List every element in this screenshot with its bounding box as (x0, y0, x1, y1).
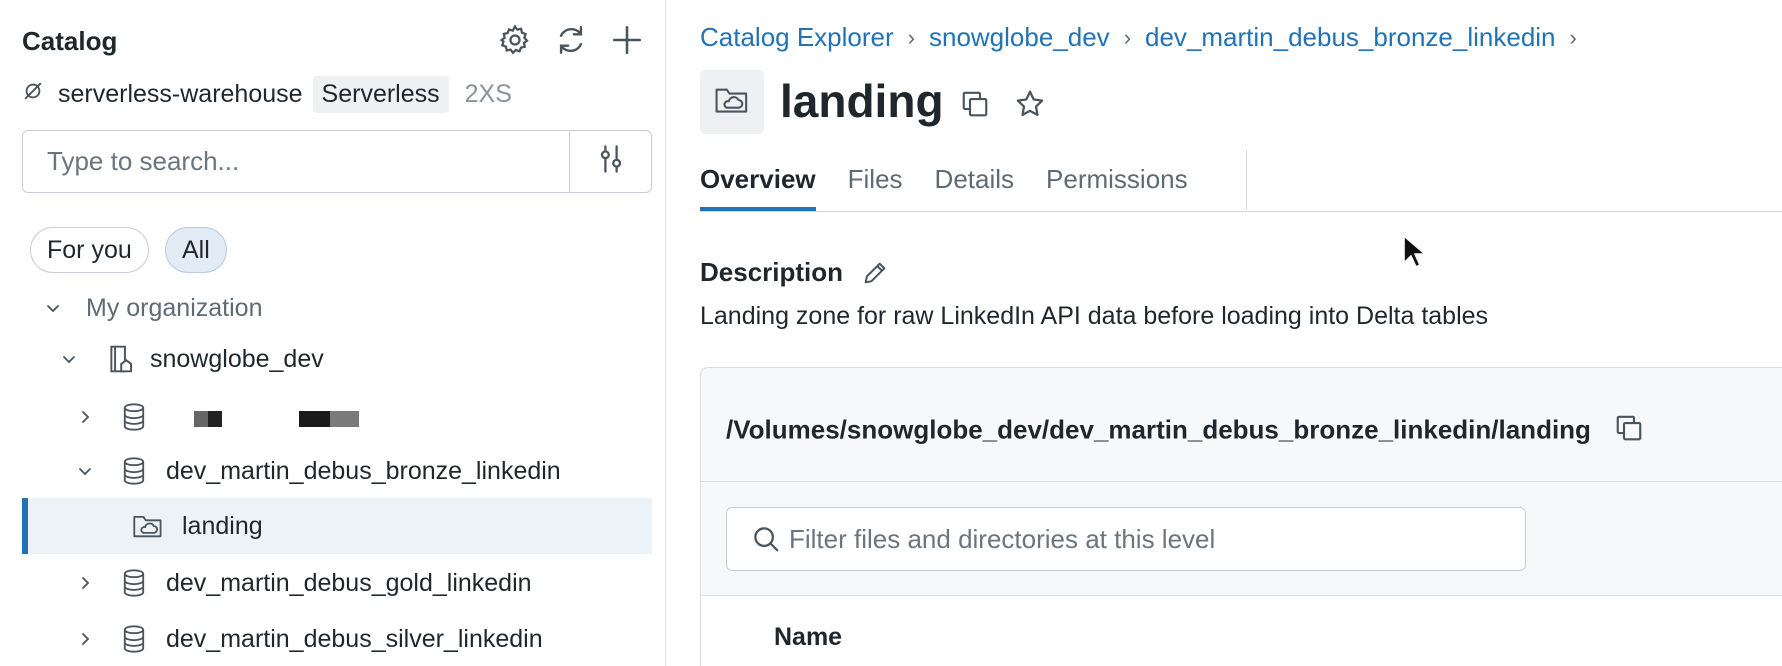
description-text: Landing zone for raw LinkedIn API data b… (700, 302, 1489, 330)
warehouse-type-badge: Serverless (312, 75, 449, 113)
page-title: landing (780, 75, 944, 127)
tree-item-volume-landing[interactable]: landing (22, 498, 652, 554)
tree-label-schema: dev_martin_debus_bronze_linkedin (166, 456, 561, 485)
redacted-block (194, 411, 208, 427)
cloud-folder-icon (132, 510, 164, 542)
chip-for-you[interactable]: For you (30, 227, 149, 273)
breadcrumb-separator-icon: › (1569, 24, 1577, 50)
files-browser: /Volumes/snowglobe_dev/dev_martin_debus_… (700, 367, 1782, 666)
tree-label-schema: dev_martin_debus_silver_linkedin (166, 624, 543, 653)
tree-item-schema-redacted[interactable] (22, 389, 652, 445)
chevron-right-icon (74, 406, 96, 428)
files-table: Name (701, 596, 1782, 666)
warehouse-selector[interactable]: serverless-warehouse Serverless 2XS (22, 74, 512, 114)
copy-icon[interactable] (957, 86, 993, 122)
search-icon (751, 524, 781, 554)
sliders-icon (597, 142, 625, 181)
pencil-icon[interactable] (861, 259, 889, 287)
breadcrumb-link[interactable]: Catalog Explorer (700, 22, 894, 53)
plus-icon[interactable] (607, 20, 647, 60)
sidebar-title: Catalog (22, 26, 118, 56)
breadcrumb-link[interactable]: dev_martin_debus_bronze_linkedin (1145, 22, 1556, 53)
files-filter-input[interactable] (781, 523, 1525, 555)
copy-path-icon[interactable] (1614, 413, 1644, 450)
tree-item-catalog[interactable]: snowglobe_dev (22, 331, 652, 387)
breadcrumb: Catalog Explorer › snowglobe_dev › dev_m… (700, 22, 1591, 53)
catalog-sidebar: Catalog serverless-warehouse Serverless … (0, 0, 666, 666)
warehouse-name: serverless-warehouse (58, 79, 303, 108)
chevron-right-icon (74, 628, 96, 650)
tree-label-catalog: snowglobe_dev (150, 344, 324, 373)
chevron-down-icon (58, 348, 80, 370)
filter-settings-button[interactable] (569, 131, 651, 192)
tab-overview[interactable]: Overview (700, 150, 816, 212)
tabs-underline (700, 211, 1782, 212)
refresh-icon[interactable] (551, 20, 591, 60)
tabs-divider (1246, 150, 1247, 210)
chevron-down-icon (74, 460, 96, 482)
catalog-search (22, 130, 652, 193)
gear-icon[interactable] (495, 20, 535, 60)
breadcrumb-link[interactable]: snowglobe_dev (929, 22, 1110, 53)
tab-bar: Overview Files Details Permissions (700, 150, 1220, 212)
chevron-right-icon (74, 572, 96, 594)
breadcrumb-separator-icon: › (907, 24, 915, 50)
cloud-folder-icon (714, 84, 750, 121)
files-filter (726, 507, 1526, 571)
tree-item-schema-bronze[interactable]: dev_martin_debus_bronze_linkedin (22, 443, 652, 499)
warehouse-size: 2XS (464, 79, 512, 108)
volume-icon-tile (700, 70, 764, 134)
column-header-name[interactable]: Name (774, 623, 842, 652)
tree-item-schema-gold[interactable]: dev_martin_debus_gold_linkedin (22, 555, 652, 611)
database-icon (118, 401, 150, 433)
redacted-block (330, 411, 359, 427)
tab-details[interactable]: Details (935, 150, 1014, 212)
main-content: Catalog Explorer › snowglobe_dev › dev_m… (667, 0, 1782, 666)
description-heading: Description (700, 257, 889, 288)
catalog-icon (104, 343, 136, 375)
warehouse-status-icon (22, 80, 44, 109)
database-icon (118, 567, 150, 599)
volume-path: /Volumes/snowglobe_dev/dev_martin_debus_… (726, 413, 1644, 450)
chip-all[interactable]: All (165, 227, 227, 273)
catalog-search-input[interactable] (23, 131, 569, 192)
database-icon (118, 455, 150, 487)
tab-permissions[interactable]: Permissions (1046, 150, 1188, 212)
divider (701, 481, 1782, 482)
breadcrumb-separator-icon: › (1123, 24, 1132, 50)
tree-label-volume: landing (182, 511, 263, 540)
database-icon (118, 623, 150, 655)
chevron-down-icon (42, 297, 64, 319)
tree-label-schema: dev_martin_debus_gold_linkedin (166, 568, 532, 597)
mouse-cursor-icon (1403, 235, 1426, 268)
tree-item-schema-silver[interactable]: dev_martin_debus_silver_linkedin (22, 611, 652, 666)
description-label: Description (700, 257, 844, 287)
star-icon[interactable] (1012, 86, 1048, 122)
tab-files[interactable]: Files (848, 150, 903, 212)
tree-item-organization[interactable]: My organization (22, 280, 652, 336)
volume-path-text: /Volumes/snowglobe_dev/dev_martin_debus_… (726, 414, 1591, 445)
tree-label-organization: My organization (86, 293, 263, 322)
